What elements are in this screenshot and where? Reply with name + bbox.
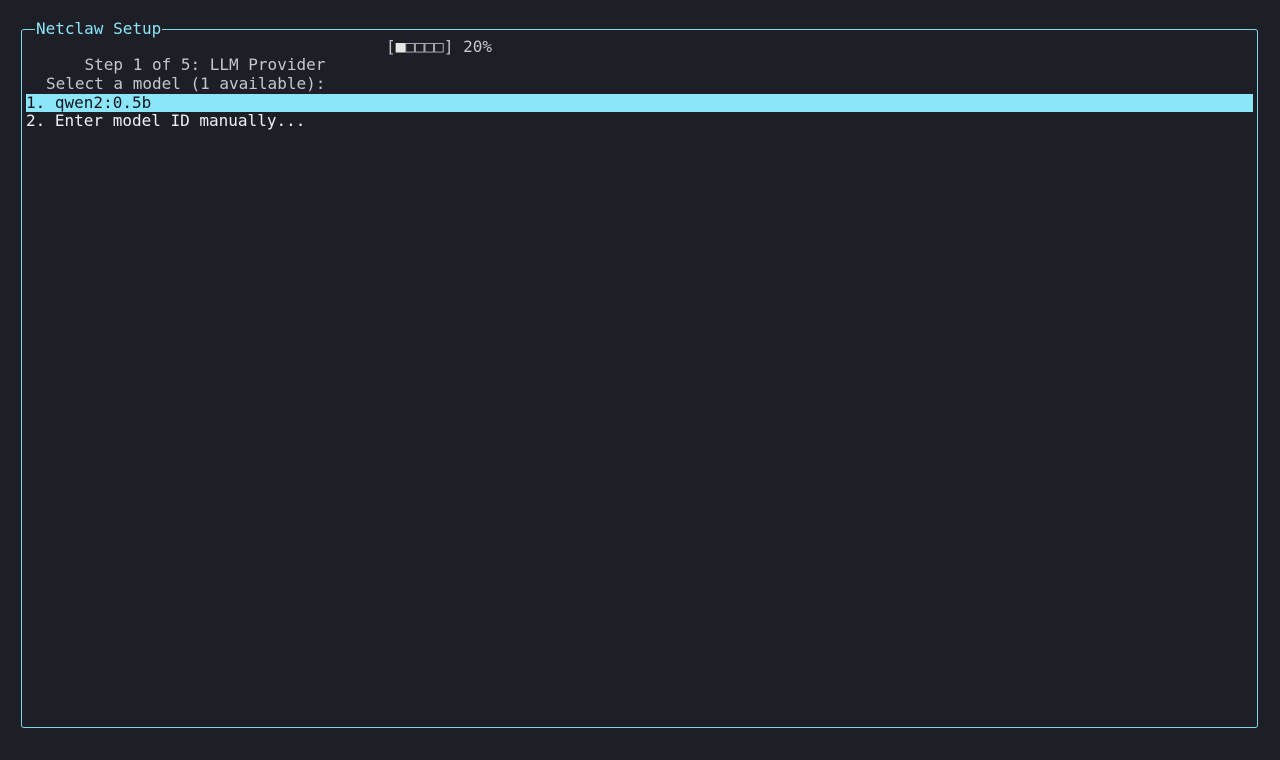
progress-indicator: [■□□□□] 20% (386, 38, 492, 56)
panel-title: Netclaw Setup (35, 19, 163, 39)
progress-filled: ■ (395, 37, 406, 56)
model-prompt: Select a model (1 available): (46, 74, 326, 93)
progress-percent: 20% (463, 37, 492, 56)
step-label: Step 1 of 5: LLM Provider (84, 55, 326, 74)
model-option-manual-entry[interactable]: 2. Enter model ID manually... (26, 112, 1253, 130)
setup-panel: Netclaw Setup Step 1 of 5: LLM Provider … (21, 19, 1258, 728)
step-indicator: Step 1 of 5: LLM Provider [■□□□□] 20% (46, 38, 1253, 74)
progress-empty: □□□□ (405, 37, 444, 56)
progress-bracket-close: ] (443, 37, 454, 56)
model-option-qwen2[interactable]: 1. qwen2:0.5b (26, 94, 1253, 112)
progress-bracket-open: [ (386, 37, 396, 56)
